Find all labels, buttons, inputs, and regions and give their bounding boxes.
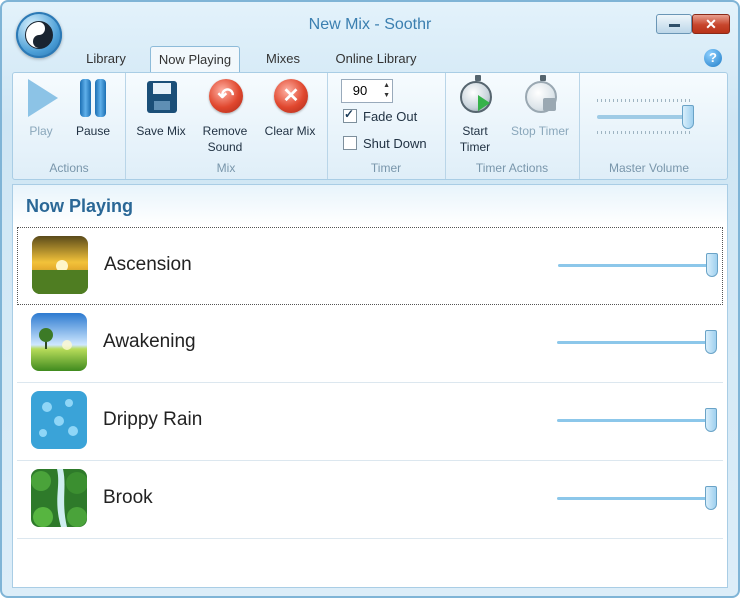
spinner-arrows-icon[interactable]: ▲ ▼ [383, 81, 390, 101]
volume-track[interactable] [557, 341, 713, 344]
floppy-disk-icon [142, 77, 180, 117]
clear-mix-label: Clear Mix [264, 124, 316, 138]
group-timer: 90 ▲▼ Fade Out Shut Down Timer [327, 73, 446, 179]
sound-name: Awakening [103, 331, 196, 352]
app-window: New Mix - Soothr ✕ Library Now Playing M… [0, 0, 740, 598]
stopwatch-start-icon [456, 75, 494, 117]
remove-sound-button[interactable]: ↶ Remove Sound [197, 77, 253, 155]
close-icon: ✕ [705, 16, 717, 32]
stop-timer-button[interactable]: Stop Timer [505, 75, 575, 139]
list-item[interactable]: Drippy Rain [17, 383, 723, 461]
volume-slider[interactable] [705, 330, 717, 354]
volume-slider[interactable] [705, 408, 717, 432]
pause-button[interactable]: Pause [69, 77, 117, 139]
save-mix-button[interactable]: Save Mix [135, 77, 187, 139]
clear-mix-button[interactable]: ✕ Clear Mix [259, 77, 321, 139]
sound-name: Ascension [104, 254, 192, 275]
now-playing-panel: Now Playing Ascension Awakening Drippy R… [12, 184, 728, 588]
volume-track[interactable] [557, 419, 713, 422]
ribbon: Play Pause Actions Save Mix ↶ Remove Soun… [12, 72, 728, 180]
help-icon[interactable]: ? [704, 49, 722, 67]
title-bar: New Mix - Soothr ✕ [2, 2, 738, 58]
checkbox-checked-icon [343, 107, 357, 123]
play-label: Play [29, 124, 53, 138]
group-mix: Save Mix ↶ Remove Sound ✕ Clear Mix Mix [125, 73, 328, 179]
start-timer-button[interactable]: Start Timer [453, 75, 497, 155]
tab-online-library[interactable]: Online Library [326, 46, 426, 72]
start-timer-label: Start Timer [459, 124, 491, 154]
forest-brook-image [31, 469, 87, 527]
list-item[interactable]: Ascension [17, 227, 723, 305]
window-title: New Mix - Soothr [308, 16, 432, 33]
sound-name: Brook [103, 487, 153, 508]
fade-out-checkbox[interactable]: Fade Out [343, 107, 417, 124]
sunrise-field-image [32, 236, 88, 294]
pause-label: Pause [75, 124, 111, 138]
group-label: Timer Actions [475, 161, 549, 175]
app-menu-orb[interactable] [16, 12, 62, 58]
yin-yang-icon [25, 21, 53, 49]
rain-drops-image [31, 391, 87, 449]
now-playing-header: Now Playing [13, 185, 727, 225]
minimize-button[interactable] [656, 14, 692, 34]
timer-minutes-value: 90 [352, 83, 368, 98]
group-master-volume: Master Volume [579, 73, 719, 179]
list-item[interactable]: Brook [17, 461, 723, 539]
remove-icon: ↶ [206, 77, 244, 117]
checkbox-unchecked-icon [343, 136, 357, 150]
save-mix-label: Save Mix [136, 124, 186, 138]
tab-now-playing[interactable]: Now Playing [150, 46, 240, 72]
volume-track[interactable] [558, 264, 714, 267]
stop-timer-label: Stop Timer [510, 124, 570, 138]
panel-title: Now Playing [26, 196, 134, 216]
tab-mixes[interactable]: Mixes [254, 46, 312, 72]
sound-name: Drippy Rain [103, 409, 203, 430]
tree-meadow-image [31, 313, 87, 371]
group-actions: Play Pause Actions [13, 73, 126, 179]
clear-icon: ✕ [271, 77, 309, 117]
remove-sound-label: Remove Sound [202, 124, 248, 154]
list-item[interactable]: Awakening [17, 305, 723, 383]
volume-slider[interactable] [706, 253, 718, 277]
group-label: Master Volume [608, 161, 690, 175]
pause-icon [74, 77, 112, 117]
master-volume-track[interactable] [597, 115, 693, 119]
timer-minutes-spinner[interactable]: 90 ▲ ▼ [341, 79, 393, 103]
group-label: Mix [216, 161, 236, 175]
group-label: Actions [49, 161, 89, 175]
stopwatch-stop-icon [521, 75, 559, 117]
master-volume-slider[interactable] [682, 105, 695, 129]
volume-slider[interactable] [705, 486, 717, 510]
tab-library[interactable]: Library [74, 46, 138, 72]
volume-track[interactable] [557, 497, 713, 500]
play-icon [22, 77, 60, 117]
group-label: Timer [370, 161, 402, 175]
group-timer-actions: Start Timer Stop Timer Timer Actions [445, 73, 580, 179]
play-button[interactable]: Play [21, 77, 61, 139]
close-button[interactable]: ✕ [692, 14, 730, 34]
shut-down-checkbox[interactable]: Shut Down [343, 136, 427, 151]
